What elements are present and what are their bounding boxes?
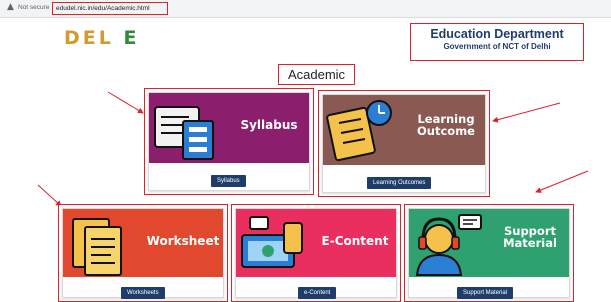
support-material-button[interactable]: Support Material — [457, 287, 514, 299]
documents-icon — [72, 218, 122, 276]
worksheet-button[interactable]: Worksheets — [121, 287, 165, 299]
learning-outcome-card[interactable]: Learning Outcome Learning Outcomes — [318, 90, 490, 197]
learning-outcome-title: Learning Outcome — [417, 112, 475, 139]
arrow-syllabus — [107, 91, 144, 114]
syllabus-button[interactable]: Syllabus — [211, 175, 246, 187]
arrow-support — [535, 170, 589, 193]
e-content-card[interactable]: E-Content e-Content — [231, 204, 401, 302]
e-content-button[interactable]: e-Content — [298, 287, 337, 299]
arrow-worksheet — [37, 184, 62, 207]
arrow-learning — [492, 102, 561, 123]
learning-outcome-button[interactable]: Learning Outcomes — [367, 177, 432, 189]
syllabus-card[interactable]: Syllabus Syllabus — [144, 88, 314, 195]
support-material-title: Support Material — [503, 224, 557, 251]
support-material-card[interactable]: Support Material Support Material — [404, 204, 574, 302]
devices-icon — [241, 216, 303, 268]
checklist-clock-icon — [326, 100, 392, 162]
worksheet-title: Worksheet — [146, 234, 220, 248]
books-icon — [154, 106, 214, 160]
syllabus-title: Syllabus — [240, 118, 298, 132]
e-content-title: E-Content — [321, 234, 389, 248]
worksheet-card[interactable]: Worksheet Worksheets — [58, 204, 228, 302]
headset-support-icon — [415, 214, 482, 276]
